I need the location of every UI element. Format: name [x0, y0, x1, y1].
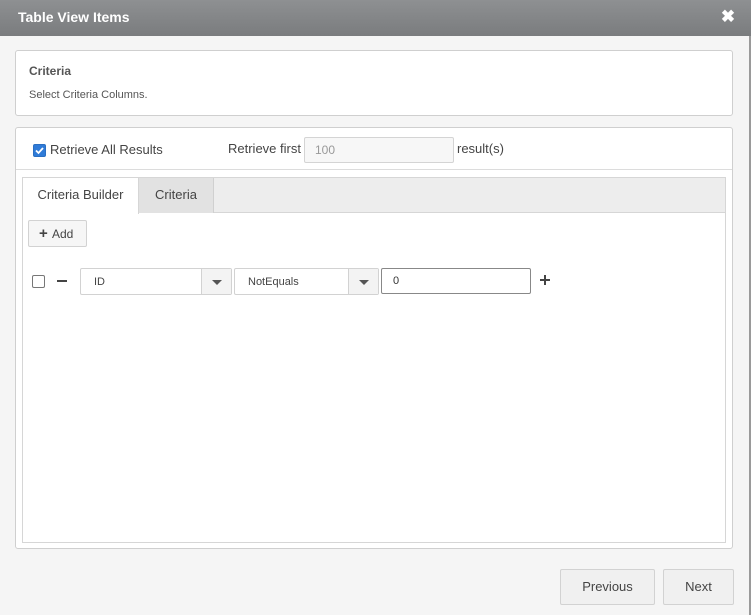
add-condition-button[interactable]: + Add	[28, 220, 87, 247]
field-dropdown-value: ID	[94, 276, 105, 288]
retrieve-first-input[interactable]	[304, 137, 454, 163]
retrieve-options-row: Retrieve All Results Retrieve first resu…	[16, 128, 732, 170]
plus-icon: +	[39, 225, 48, 242]
criteria-info-panel: Criteria Select Criteria Columns.	[15, 50, 733, 116]
previous-button[interactable]: Previous	[560, 569, 655, 605]
next-button[interactable]: Next	[663, 569, 734, 605]
retrieve-all-checkbox[interactable]	[33, 144, 46, 157]
tab-criteria-builder[interactable]: Criteria Builder	[23, 178, 139, 214]
operator-dropdown-value: NotEquals	[248, 276, 299, 288]
criteria-tabs-container: Criteria Builder Criteria + Add ID NotEq…	[22, 177, 726, 543]
tab-criteria[interactable]: Criteria	[139, 178, 214, 213]
plus-icon[interactable]	[538, 272, 552, 288]
condition-value-input[interactable]	[381, 268, 531, 294]
retrieve-all-label[interactable]: Retrieve All Results	[50, 142, 163, 157]
condition-row-checkbox[interactable]	[32, 275, 45, 288]
checkmark-icon	[35, 147, 44, 155]
dialog-title: Table View Items	[18, 9, 130, 25]
minus-icon[interactable]	[56, 273, 68, 289]
chevron-down-icon[interactable]	[201, 269, 231, 294]
retrieve-first-label: Retrieve first	[228, 141, 301, 156]
chevron-down-icon[interactable]	[348, 269, 378, 294]
add-button-label: Add	[52, 227, 74, 241]
results-label: result(s)	[457, 141, 504, 156]
criteria-main-panel: Retrieve All Results Retrieve first resu…	[15, 127, 733, 549]
criteria-heading: Criteria	[29, 64, 72, 78]
operator-dropdown[interactable]: NotEquals	[234, 268, 379, 295]
dialog-titlebar: Table View Items ✖	[0, 0, 751, 36]
tabstrip: Criteria Builder Criteria	[23, 178, 725, 214]
field-dropdown[interactable]: ID	[80, 268, 232, 295]
criteria-description: Select Criteria Columns.	[29, 89, 148, 101]
close-icon[interactable]: ✖	[719, 8, 737, 26]
